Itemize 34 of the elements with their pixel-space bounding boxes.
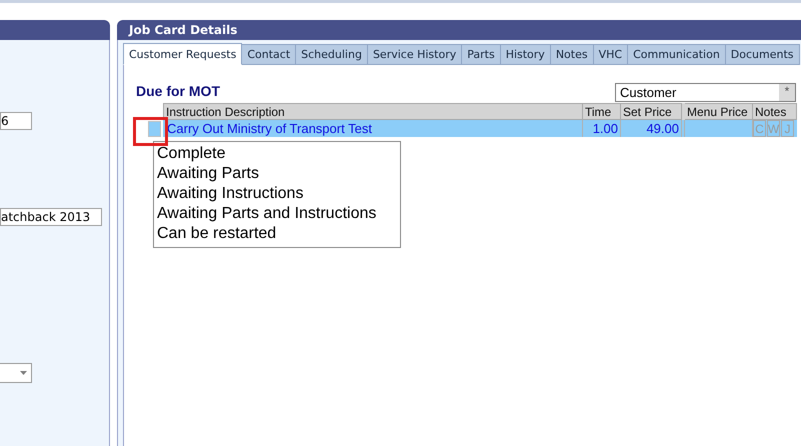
tab[interactable]: VHC — [594, 44, 628, 65]
tab[interactable]: Scheduling — [296, 44, 368, 65]
column-header[interactable]: Instruction Description — [163, 103, 583, 120]
filter-dropdown[interactable]: Customer * — [615, 83, 796, 102]
menu-item[interactable]: Complete — [157, 144, 400, 164]
panel-title: Job Card Details — [117, 20, 801, 40]
tab[interactable]: Contact — [242, 44, 296, 65]
dropdown-button[interactable]: * — [779, 84, 795, 101]
tab[interactable]: Notes — [550, 44, 594, 65]
menu-item[interactable]: Can be restarted — [157, 224, 400, 244]
tab[interactable]: Customer Requests — [123, 43, 242, 65]
column-header[interactable]: Time — [583, 103, 621, 120]
table-cell: Carry Out Ministry of Transport Test — [163, 120, 583, 137]
tab[interactable]: Communication — [628, 44, 726, 65]
table-cell: 49.00 — [621, 120, 682, 137]
menu-item[interactable]: Awaiting Instructions — [157, 184, 400, 204]
text-field[interactable]: atchback 2013 — [0, 208, 102, 226]
tab[interactable]: Documents — [726, 44, 800, 65]
tab[interactable]: Service History — [368, 44, 462, 65]
column-header[interactable]: Notes — [753, 103, 797, 120]
menu-item[interactable]: Awaiting Parts — [157, 164, 400, 184]
table-cell — [685, 120, 753, 137]
tab[interactable]: History — [500, 44, 551, 65]
section-heading: Due for MOT — [136, 83, 220, 99]
dropdown-value: Customer — [620, 85, 676, 100]
column-header[interactable]: Menu Price — [685, 103, 753, 120]
table-cell: 1.00 — [583, 120, 621, 137]
text-field[interactable]: 6 — [0, 112, 32, 130]
row-selector[interactable] — [148, 120, 161, 136]
dropdown-field[interactable] — [0, 363, 32, 383]
menu-item[interactable]: Awaiting Parts and Instructions — [157, 204, 400, 224]
column-header[interactable]: Set Price — [621, 103, 682, 120]
tab[interactable]: Parts — [462, 44, 501, 65]
caret-icon — [20, 371, 27, 375]
